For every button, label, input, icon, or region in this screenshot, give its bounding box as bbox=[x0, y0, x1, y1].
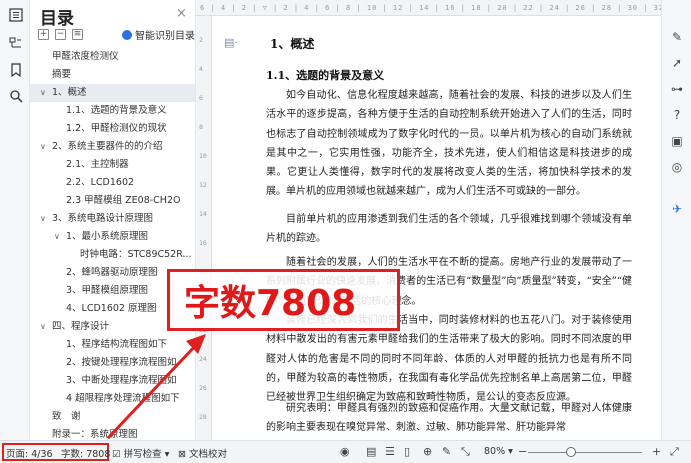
proofread-label: 文档校对 bbox=[189, 449, 228, 460]
page-view-icon[interactable]: ▤ bbox=[366, 445, 376, 458]
edit-view-icon[interactable]: ✎ bbox=[442, 445, 451, 458]
zoom-out-icon[interactable]: − bbox=[518, 445, 527, 458]
page-indicator[interactable]: 页面: 4/36 bbox=[6, 446, 53, 460]
eye-icon[interactable]: ◉ bbox=[340, 445, 350, 458]
zoom-value: 80% bbox=[484, 446, 506, 457]
spell-check-label: 拼写检查 bbox=[123, 449, 162, 460]
annotation-arrow bbox=[106, 334, 206, 440]
read-view-icon[interactable]: ▯ bbox=[404, 445, 410, 458]
status-bar: 页面: 4/36 字数: 7808 ☑ 拼写检查 ▾ ⊠ 文档校对 ◉ ▤ ☰ … bbox=[0, 440, 691, 463]
fit-page-icon[interactable]: ⤡ bbox=[461, 445, 470, 459]
wps-writer-window: 目录 × + − ≡ 智能识别目录 甲醛浓度检测仪 摘要 ∨ 1、概述 1.1、选题的背… bbox=[0, 0, 691, 463]
zoom-slider-handle[interactable] bbox=[566, 447, 576, 457]
zoom-slider[interactable] bbox=[528, 452, 642, 453]
outline-view-icon[interactable]: ☰ bbox=[385, 445, 395, 458]
checkbox-icon: ☑ bbox=[112, 449, 121, 460]
spell-check-button[interactable]: ☑ 拼写检查 ▾ bbox=[112, 446, 169, 460]
fullscreen-icon[interactable]: ⤢ bbox=[670, 445, 679, 459]
word-count-indicator[interactable]: 字数: 7808 bbox=[61, 446, 110, 460]
proofread-icon: ⊠ bbox=[178, 449, 186, 460]
word-count-callout-text: 字数7808 bbox=[184, 283, 357, 324]
chevron-down-icon: ▾ bbox=[164, 449, 170, 460]
zoom-in-icon[interactable]: + bbox=[652, 445, 661, 458]
word-count-callout: 字数7808 bbox=[167, 269, 400, 331]
web-view-icon[interactable]: ⊕ bbox=[423, 445, 432, 458]
zoom-dropdown-icon: ▾ bbox=[508, 446, 513, 457]
zoom-level[interactable]: 80% ▾ bbox=[484, 446, 513, 457]
proofread-button[interactable]: ⊠ 文档校对 bbox=[178, 446, 227, 460]
